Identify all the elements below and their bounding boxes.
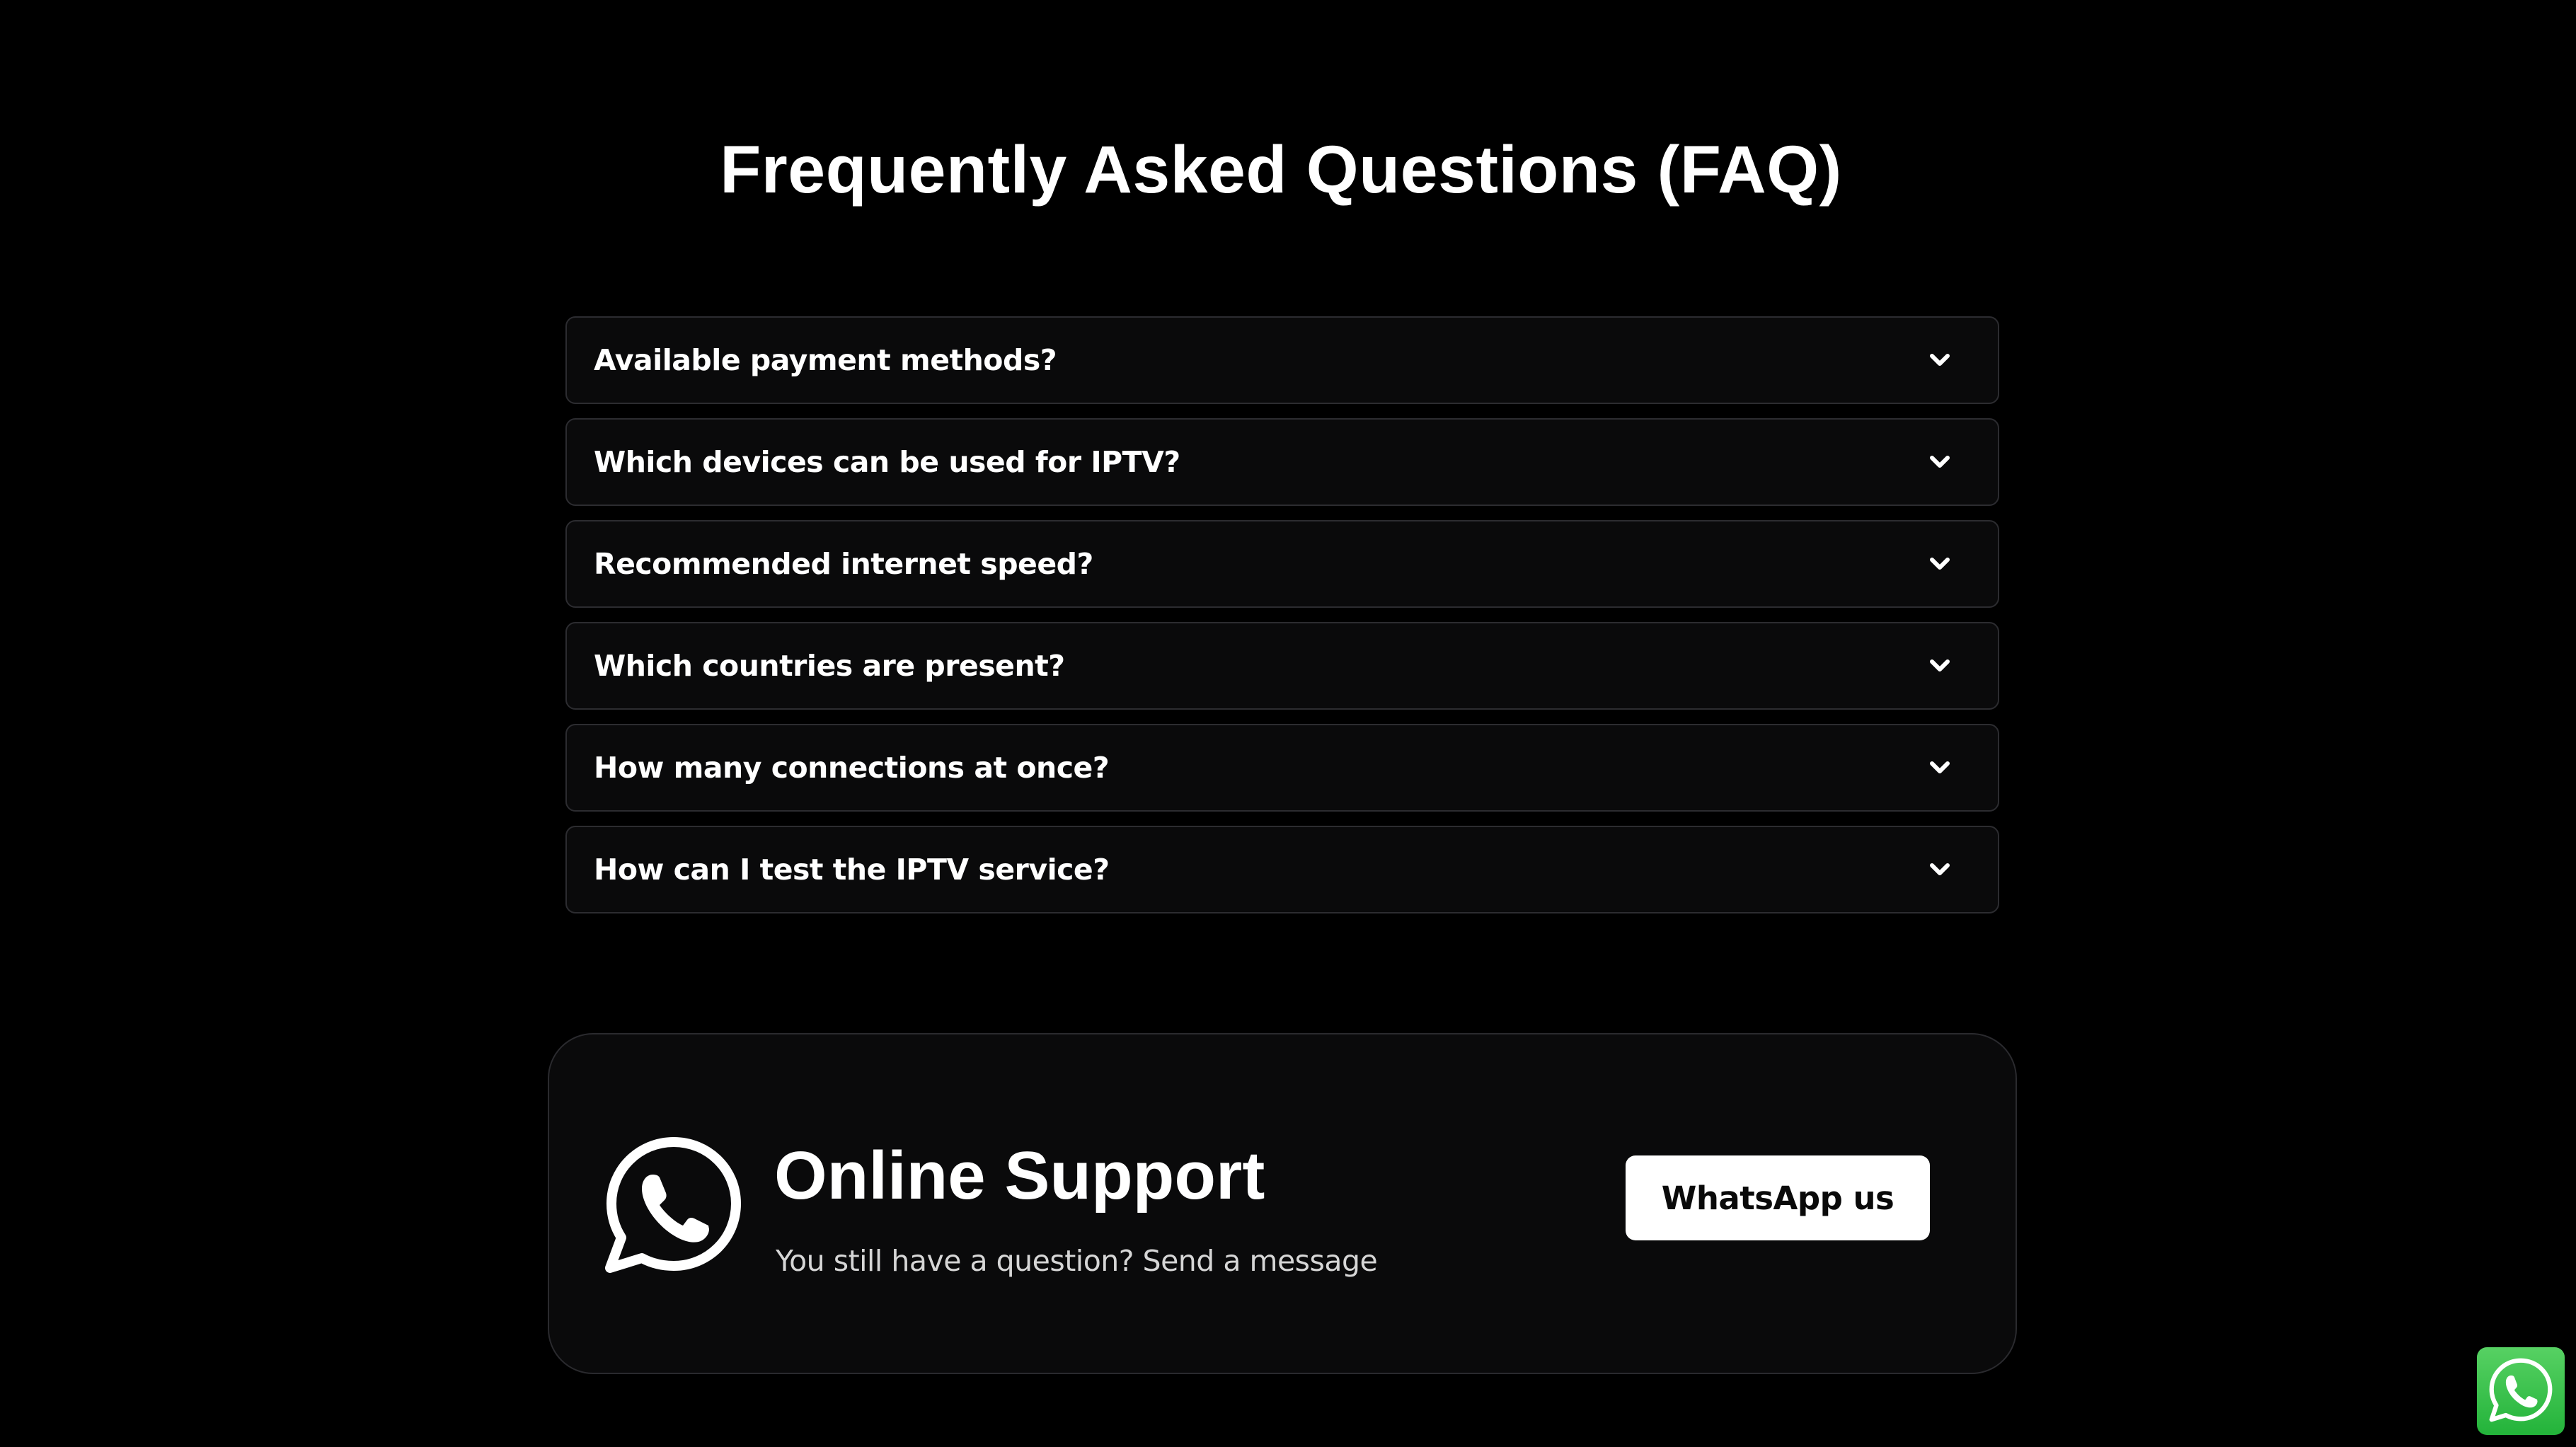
chevron-down-icon [1924, 752, 1955, 783]
faq-item-connections[interactable]: How many connections at once? [565, 724, 1999, 812]
faq-page: Frequently Asked Questions (FAQ) Availab… [0, 0, 2576, 1447]
floating-whatsapp-button[interactable] [2477, 1347, 2565, 1435]
chevron-down-icon [1924, 548, 1955, 580]
faq-item-test-service[interactable]: How can I test the IPTV service? [565, 826, 1999, 913]
page-title: Frequently Asked Questions (FAQ) [720, 132, 1842, 207]
faq-item-devices[interactable]: Which devices can be used for IPTV? [565, 418, 1999, 506]
faq-question: Which devices can be used for IPTV? [594, 445, 1180, 479]
chevron-down-icon [1924, 345, 1955, 376]
chevron-down-icon [1924, 650, 1955, 681]
whatsapp-us-button[interactable]: WhatsApp us [1626, 1155, 1930, 1240]
support-title: Online Support [774, 1138, 1265, 1213]
whatsapp-icon [603, 1134, 744, 1275]
faq-question: Which countries are present? [594, 649, 1065, 683]
online-support-card: Online Support You still have a question… [548, 1033, 2017, 1374]
faq-item-internet-speed[interactable]: Recommended internet speed? [565, 520, 1999, 608]
chevron-down-icon [1924, 854, 1955, 885]
faq-question: Recommended internet speed? [594, 547, 1093, 581]
faq-question: How many connections at once? [594, 751, 1110, 785]
faq-item-payment-methods[interactable]: Available payment methods? [565, 316, 1999, 404]
support-subtitle: You still have a question? Send a messag… [776, 1244, 1378, 1278]
faq-item-countries[interactable]: Which countries are present? [565, 622, 1999, 710]
faq-question: How can I test the IPTV service? [594, 853, 1110, 887]
faq-question: Available payment methods? [594, 343, 1057, 377]
faq-list: Available payment methods? Which devices… [565, 316, 1999, 928]
whatsapp-icon [2487, 1356, 2555, 1427]
chevron-down-icon [1924, 446, 1955, 478]
